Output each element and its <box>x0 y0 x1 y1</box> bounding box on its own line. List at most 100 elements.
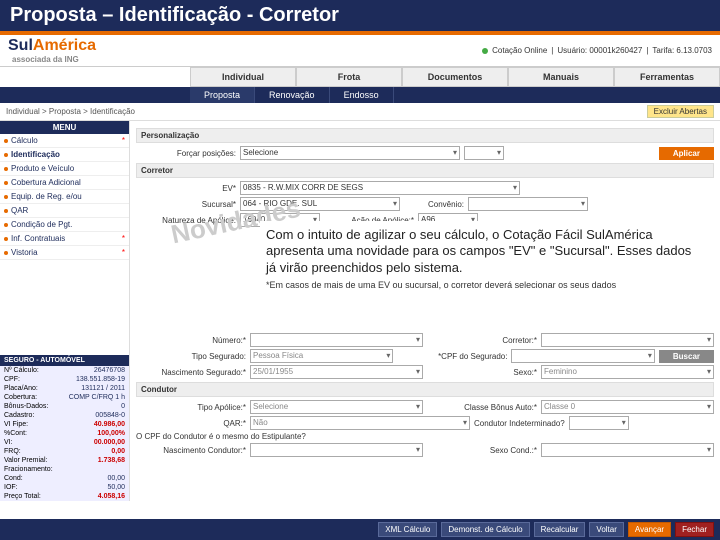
tipo-apolice-select[interactable]: Selecione <box>250 400 423 414</box>
qar-label: QAR:* <box>136 419 246 428</box>
subnav-renovacao[interactable]: Renovação <box>255 87 330 103</box>
bullet-icon <box>4 153 8 157</box>
seguro-row: Cobertura:COMP C/FRQ 1 h <box>0 393 129 402</box>
recalcular-button[interactable]: Recalcular <box>534 522 586 537</box>
classe-label: Classe Bônus Auto:* <box>427 403 537 412</box>
nav-documentos[interactable]: Documentos <box>402 67 508 87</box>
subnav-endosso[interactable]: Endosso <box>330 87 394 103</box>
sidebar-item-equip-de-reg-e-ou[interactable]: Equip. de Reg. e/ou <box>0 190 129 204</box>
sexo-select[interactable]: Feminino <box>541 365 714 379</box>
avancar-button[interactable]: Avançar <box>628 522 671 537</box>
section-corretor: Corretor <box>136 163 714 178</box>
bullet-icon <box>4 195 8 199</box>
classe-select[interactable]: Classe 0 <box>541 400 714 414</box>
forcar-select[interactable]: Selecione <box>240 146 460 160</box>
required-icon: * <box>122 248 125 257</box>
section-personalizacao: Personalização <box>136 128 714 143</box>
seguro-row: FRQ:0,00 <box>0 447 129 456</box>
numero-input[interactable] <box>250 333 423 347</box>
seguro-row: CPF:138.551.858-19 <box>0 375 129 384</box>
sidebar-item-inf-contratuais[interactable]: Inf. Contratuais* <box>0 232 129 246</box>
tipo-seg-label: Tipo Segurado: <box>136 352 246 361</box>
cpf-seg-input[interactable] <box>511 349 654 363</box>
seguro-row: VI:00.000,00 <box>0 438 129 447</box>
sidebar-item-produto-e-ve-culo[interactable]: Produto e Veículo <box>0 162 129 176</box>
demonst-calculo-button[interactable]: Demonst. de Cálculo <box>441 522 529 537</box>
menu-header: MENU <box>0 121 129 134</box>
bullet-icon <box>4 251 8 255</box>
main-panel: Personalização Forçar posições: Selecion… <box>130 121 720 501</box>
nav-individual[interactable]: Individual <box>190 67 296 87</box>
seguro-row: Placa/Ano:131121 / 2011 <box>0 384 129 393</box>
bullet-icon <box>4 237 8 241</box>
sexo-cond-select[interactable] <box>541 443 714 457</box>
cpf-note: O CPF do Condutor é o mesmo do Estipulan… <box>136 432 306 441</box>
xml-calculo-button[interactable]: XML Cálculo <box>378 522 437 537</box>
forcar-extra-select[interactable] <box>464 146 504 160</box>
nav-manuais[interactable]: Manuais <box>508 67 614 87</box>
natureza-label: Natureza de Apólice: <box>136 216 236 225</box>
status-bar: Cotação Online | Usuário: 00001k260427 |… <box>482 46 712 55</box>
indet-label: Condutor Indeterminado? <box>474 419 565 428</box>
seguro-row: VI Fipe:40.986,00 <box>0 420 129 429</box>
sidebar-item-condi-o-de-pgt-[interactable]: Condição de Pgt. <box>0 218 129 232</box>
seguro-row: Nº Cálculo:26476708 <box>0 366 129 375</box>
bullet-icon <box>4 167 8 171</box>
subnav-proposta[interactable]: Proposta <box>190 87 255 103</box>
seguro-header: SEGURO - AUTOMÓVEL <box>0 355 129 366</box>
footer: XML Cálculo Demonst. de Cálculo Recalcul… <box>0 519 720 540</box>
nav-ferramentas[interactable]: Ferramentas <box>614 67 720 87</box>
seguro-row: Cadastro:005848-0 <box>0 411 129 420</box>
convenio-label: Convênio: <box>404 200 464 209</box>
seguro-row: Valor Premial:1.738,68 <box>0 456 129 465</box>
excluir-abertas-button[interactable]: Excluir Abertas <box>647 105 714 118</box>
indet-select[interactable] <box>569 416 629 430</box>
seguro-row: Cond:00,00 <box>0 474 129 483</box>
nasc-cond-input[interactable] <box>250 443 423 457</box>
info-callout: Com o intuito de agilizar o seu cálculo,… <box>260 221 710 297</box>
corretor-input[interactable] <box>541 333 714 347</box>
forcar-label: Forçar posições: <box>136 149 236 158</box>
corretor-label: Corretor:* <box>427 336 537 345</box>
sidebar-item-qar[interactable]: QAR <box>0 204 129 218</box>
cpf-seg-label: *CPF do Segurado: <box>397 352 507 361</box>
bullet-icon <box>4 181 8 185</box>
ev-select[interactable]: 0835 - R.W.MIX CORR DE SEGS <box>240 181 520 195</box>
tipo-seg-select[interactable]: Pessoa Física <box>250 349 393 363</box>
callout-note: *Em casos de mais de uma EV ou sucursal,… <box>266 280 704 291</box>
nasc-seg-label: Nascimento Segurado:* <box>136 368 246 377</box>
buscar-button[interactable]: Buscar <box>659 350 714 363</box>
main-nav: Individual Frota Documentos Manuais Ferr… <box>0 67 720 87</box>
bullet-icon <box>4 209 8 213</box>
seguro-row: Preço Total:4.058,16 <box>0 492 129 501</box>
fechar-button[interactable]: Fechar <box>675 522 714 537</box>
sexo-cond-label: Sexo Cond.:* <box>427 446 537 455</box>
voltar-button[interactable]: Voltar <box>589 522 623 537</box>
header-row: SulAmérica associada da ING Cotação Onli… <box>0 35 720 67</box>
brand-logo: SulAmérica associada da ING <box>8 37 96 64</box>
sexo-label: Sexo:* <box>427 368 537 377</box>
seguro-panel: SEGURO - AUTOMÓVEL Nº Cálculo:26476708CP… <box>0 355 129 501</box>
sidebar-item-vistoria[interactable]: Vistoria* <box>0 246 129 260</box>
required-icon: * <box>122 234 125 243</box>
nav-frota[interactable]: Frota <box>296 67 402 87</box>
bullet-icon <box>4 139 8 143</box>
nasc-seg-input[interactable]: 25/01/1955 <box>250 365 423 379</box>
tipo-apolice-label: Tipo Apólice:* <box>136 403 246 412</box>
sidebar-item-cobertura-adicional[interactable]: Cobertura Adicional <box>0 176 129 190</box>
sidebar-item-identifica-o[interactable]: Identificação <box>0 148 129 162</box>
numero-label: Número:* <box>136 336 246 345</box>
required-icon: * <box>122 136 125 145</box>
seguro-row: Bônus-Dados:0 <box>0 402 129 411</box>
qar-select[interactable]: Não <box>250 416 470 430</box>
aplicar-button[interactable]: Aplicar <box>659 147 714 160</box>
sucursal-label: Sucursal* <box>136 200 236 209</box>
sidebar-item-c-lculo[interactable]: Cálculo* <box>0 134 129 148</box>
sucursal-select[interactable]: 064 - RIO GDE. SUL <box>240 197 400 211</box>
sidebar: MENU Cálculo*IdentificaçãoProduto e Veíc… <box>0 121 130 501</box>
section-condutor: Condutor <box>136 382 714 397</box>
seguro-row: %Cont:100,00% <box>0 429 129 438</box>
ev-label: EV* <box>136 184 236 193</box>
bullet-icon <box>4 223 8 227</box>
convenio-select[interactable] <box>468 197 588 211</box>
